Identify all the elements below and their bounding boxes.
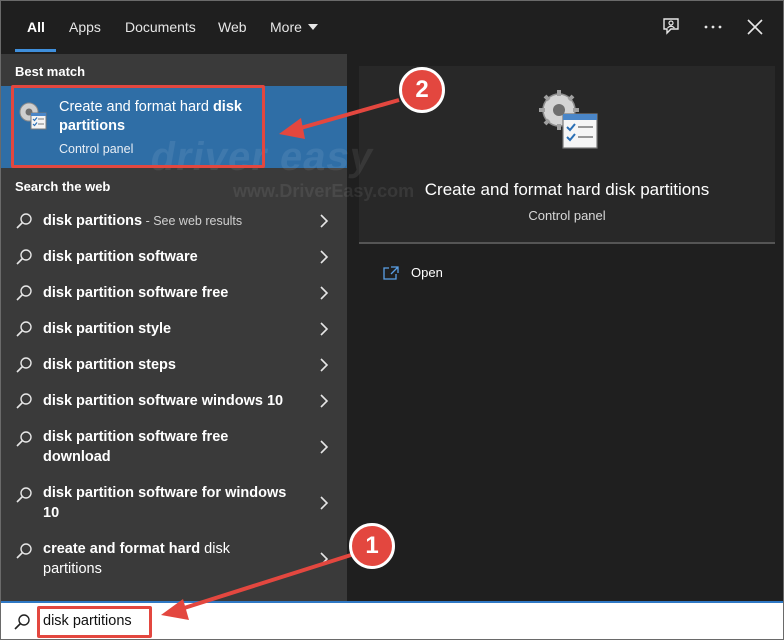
best-match-heading: Best match [15, 64, 86, 79]
close-icon[interactable] [743, 15, 767, 39]
chevron-down-icon [307, 24, 318, 30]
search-icon [14, 614, 30, 630]
chevron-right-icon[interactable] [319, 552, 329, 566]
search-icon [16, 357, 32, 373]
preview-panel: Create and format hard disk partitions C… [347, 54, 783, 601]
tab-apps[interactable]: Apps [69, 19, 101, 35]
active-tab-indicator [15, 49, 56, 52]
web-result-label: disk partition software [43, 249, 198, 265]
search-window: All Apps Documents Web More Best match C… [0, 0, 784, 640]
chevron-right-icon[interactable] [319, 394, 329, 408]
chevron-right-icon[interactable] [319, 496, 329, 510]
tab-more[interactable]: More [270, 19, 318, 35]
web-result-label: disk partition software windows 10 [43, 393, 284, 409]
step-badge-2: 2 [399, 67, 445, 113]
chevron-right-icon[interactable] [319, 440, 329, 454]
highlight-search-input [37, 606, 152, 638]
feedback-icon[interactable] [660, 15, 684, 39]
search-icon [16, 543, 32, 559]
web-result-label: disk partition software for windows 10 [43, 485, 287, 521]
web-result-label: disk partitions - See web results [43, 213, 243, 229]
web-result-item[interactable]: disk partition steps [1, 346, 347, 382]
open-action[interactable]: Open [383, 264, 583, 284]
search-icon [16, 213, 32, 229]
watermark-url: www.DriverEasy.com [233, 181, 415, 201]
chevron-right-icon[interactable] [319, 214, 329, 228]
web-result-label: disk partition software free [43, 285, 229, 301]
search-icon [16, 285, 32, 301]
web-result-label: disk partition steps [43, 357, 176, 373]
web-result-item[interactable]: disk partition software for windows 10 [1, 474, 347, 530]
search-icon [16, 321, 32, 337]
open-label: Open [411, 265, 443, 280]
search-icon [16, 393, 32, 409]
open-icon [383, 266, 399, 280]
web-result-item[interactable]: disk partition style [1, 310, 347, 346]
chevron-right-icon[interactable] [319, 286, 329, 300]
web-result-item[interactable]: disk partition software free [1, 274, 347, 310]
web-result-label: disk partition style [43, 321, 172, 337]
top-bar: All Apps Documents Web More [1, 1, 783, 54]
search-icon [16, 249, 32, 265]
preview-title: Create and format hard disk partitions [424, 180, 710, 199]
divider [359, 242, 775, 244]
chevron-right-icon[interactable] [319, 322, 329, 336]
web-result-label: disk partition software free download [43, 429, 229, 465]
more-options-icon[interactable] [701, 15, 725, 39]
preview-subtitle: Control panel [528, 208, 606, 223]
web-result-item[interactable]: disk partition software free download [1, 418, 347, 474]
tab-documents[interactable]: Documents [125, 19, 196, 35]
web-result-item[interactable]: disk partitions - See web results [1, 202, 347, 238]
web-result-label: create and format hard disk partitions [43, 541, 230, 577]
chevron-right-icon[interactable] [319, 250, 329, 264]
highlight-best-match [11, 85, 265, 168]
web-result-item[interactable]: disk partition software windows 10 [1, 382, 347, 418]
tab-all[interactable]: All [27, 19, 45, 35]
search-icon [16, 487, 32, 503]
search-icon [16, 431, 32, 447]
web-result-item[interactable]: create and format hard disk partitions [1, 530, 347, 586]
step-badge-1: 1 [349, 523, 395, 569]
chevron-right-icon[interactable] [319, 358, 329, 372]
search-the-web-heading: Search the web [15, 179, 111, 194]
tab-web[interactable]: Web [218, 19, 247, 35]
web-result-item[interactable]: disk partition software [1, 238, 347, 274]
tab-more-label: More [270, 19, 302, 35]
control-panel-disk-icon [539, 90, 598, 149]
